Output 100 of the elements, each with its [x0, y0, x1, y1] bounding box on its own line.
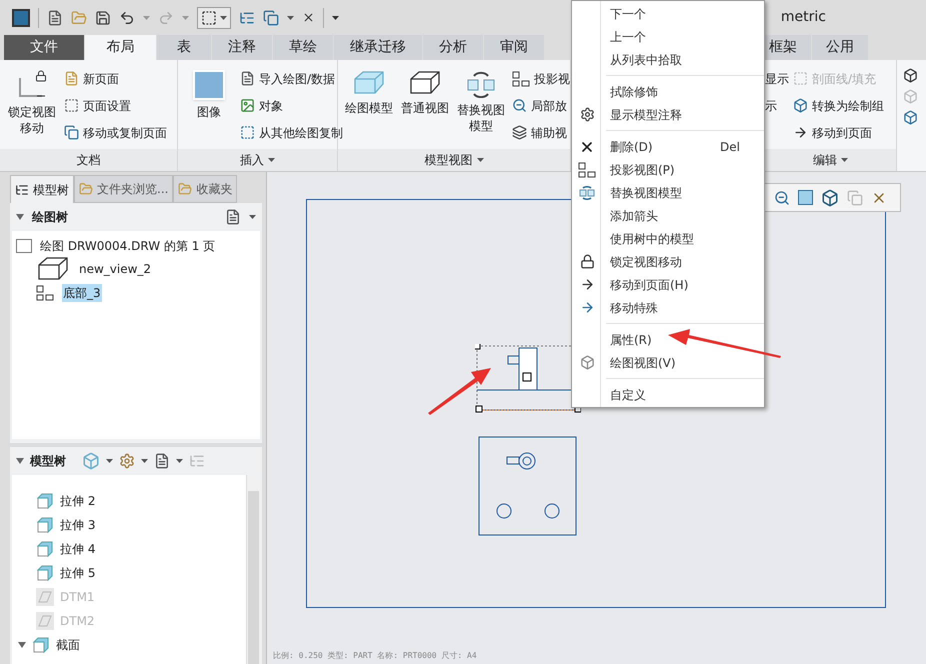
new-file-icon[interactable] — [47, 10, 63, 26]
tree-item[interactable]: 截面 — [56, 636, 80, 654]
ribbon-button[interactable]: 从其他绘图复制 — [240, 122, 343, 143]
menu-item[interactable]: 替换视图模型 — [572, 181, 764, 204]
panel-tab[interactable]: 模型树 — [10, 175, 74, 203]
close-icon[interactable] — [302, 11, 315, 24]
lock-icon — [580, 254, 594, 269]
caret-icon — [287, 16, 294, 20]
ribbon-button[interactable]: 页面设置 — [64, 95, 167, 116]
menu-item[interactable]: 移动特殊 — [572, 296, 764, 319]
group-label[interactable]: 模型视图 — [338, 149, 570, 171]
cube-icon — [36, 540, 54, 558]
datum-plane-icon — [36, 612, 54, 630]
ribbon-tab[interactable]: 分析 — [423, 35, 483, 60]
picture-icon — [240, 98, 255, 113]
ribbon-button[interactable]: 新页面 — [64, 68, 167, 89]
cube-icon[interactable] — [821, 188, 839, 206]
ribbon-large-button[interactable]: 普通视图 — [400, 66, 450, 149]
caret-icon — [143, 16, 150, 20]
ribbon-button[interactable]: 对象 — [240, 95, 343, 116]
tree-item[interactable]: 拉伸 4 — [60, 540, 96, 558]
block-icon[interactable] — [903, 68, 918, 83]
caret-icon — [249, 215, 256, 219]
ribbon-button-label[interactable]: 显示 — [765, 68, 789, 89]
section-title: 绘图树 — [32, 209, 69, 226]
menu-item[interactable]: 下一个 — [572, 2, 764, 25]
group-label[interactable]: 编辑 — [765, 149, 896, 171]
tree-icon — [15, 182, 29, 196]
menu-item[interactable]: 自定义 — [572, 383, 764, 406]
tree-item[interactable]: 拉伸 3 — [60, 516, 96, 534]
menu-item[interactable]: 添加箭头 — [572, 204, 764, 227]
menu-item[interactable]: 绘图视图(V) — [572, 351, 764, 374]
ribbon-button-label[interactable]: 示 — [765, 95, 789, 116]
ribbon-button[interactable]: 投影视 — [512, 68, 570, 89]
menu-item[interactable]: 使用树中的模型 — [572, 227, 764, 250]
pointer-arrow — [426, 366, 494, 416]
ribbon-button[interactable]: 局部放 — [512, 95, 570, 116]
move-to-page-icon — [793, 125, 808, 140]
expanded-triangle-icon[interactable] — [16, 457, 24, 465]
panel-tab[interactable]: 文件夹浏览... — [74, 175, 174, 203]
ribbon-tab[interactable]: 审阅 — [484, 35, 544, 60]
ribbon-button[interactable]: 导入绘图/数据 — [240, 68, 343, 89]
move-to-page-icon — [580, 277, 594, 292]
menu-item[interactable]: 移动到页面(H) — [572, 273, 764, 296]
file-menu-tab[interactable]: 文件 — [4, 35, 84, 60]
expanded-triangle-icon[interactable] — [16, 213, 24, 221]
menu-item[interactable]: 显示模型注释 — [572, 103, 764, 126]
cube-icon — [36, 492, 54, 510]
ribbon-tab[interactable]: 表 — [157, 35, 211, 60]
select-box-button[interactable] — [197, 6, 231, 28]
ribbon-button[interactable]: 转换为绘制组 — [793, 95, 884, 116]
block-icon[interactable] — [903, 110, 918, 125]
menu-item[interactable]: 拭除修饰 — [572, 80, 764, 103]
group-label[interactable]: 插入 — [178, 149, 337, 171]
ribbon-button[interactable]: 移动或复制页面 — [64, 122, 167, 143]
zoom-out-icon[interactable] — [774, 190, 790, 206]
tree-item[interactable]: 底部_3 — [62, 284, 102, 302]
new-page-icon — [64, 71, 79, 86]
import-icon — [240, 71, 255, 86]
cube-icon — [36, 564, 54, 582]
list-settings-icon[interactable] — [154, 453, 170, 469]
shaded-block-icon — [352, 70, 386, 96]
ribbon-tab[interactable]: 草绘 — [273, 35, 333, 60]
menu-item[interactable]: 锁定视图移动 — [572, 250, 764, 273]
list-settings-icon[interactable] — [225, 209, 241, 225]
panel-tab[interactable]: 收藏夹 — [173, 175, 238, 203]
caret-icon — [220, 16, 227, 20]
save-icon[interactable] — [95, 10, 111, 26]
caret-icon — [476, 158, 484, 162]
caret-icon — [841, 158, 848, 162]
ribbon-button[interactable]: 移动到页面 — [793, 122, 884, 143]
ribbon-large-button[interactable]: 图像 — [184, 66, 234, 149]
projection-view-icon — [578, 162, 596, 178]
ribbon-tab[interactable]: 继承迁移 — [334, 35, 422, 60]
ribbon-tab[interactable]: 公用 — [812, 35, 868, 60]
replace-model-icon — [579, 184, 595, 200]
ribbon-button[interactable]: 辅助视 — [512, 122, 570, 143]
projection-view-icon — [512, 70, 530, 86]
cube-icon — [36, 516, 54, 534]
caret-icon — [141, 459, 148, 463]
tree-item[interactable]: 拉伸 2 — [60, 492, 96, 510]
undo-icon[interactable] — [119, 10, 135, 26]
ribbon-tab[interactable]: 布局 — [85, 35, 156, 60]
tree-item[interactable]: 拉伸 5 — [60, 564, 96, 582]
cube-icon — [32, 636, 50, 654]
block-outline-icon — [408, 70, 442, 96]
ribbon-tab[interactable]: 注释 — [212, 35, 272, 60]
ribbon-large-button[interactable]: 锁定视图移动 — [6, 66, 58, 149]
expanded-triangle-icon[interactable] — [18, 641, 26, 649]
caret-icon — [176, 459, 183, 463]
group-label[interactable]: 文档 — [0, 149, 177, 171]
scrollbar[interactable] — [246, 475, 260, 664]
ribbon-large-button[interactable]: 替换视图模型 — [456, 66, 506, 149]
ribbon-large-button[interactable]: 绘图模型 — [344, 66, 394, 149]
block-outline-icon — [36, 256, 70, 282]
menu-item[interactable]: 删除(D) Del — [572, 135, 764, 158]
tree-item[interactable]: new_view_2 — [78, 260, 152, 278]
folder-icon — [178, 182, 192, 196]
tree-item[interactable]: 绘图 DRW0004.DRW 的第 1 页 — [12, 235, 260, 257]
app-icon[interactable] — [12, 8, 30, 26]
